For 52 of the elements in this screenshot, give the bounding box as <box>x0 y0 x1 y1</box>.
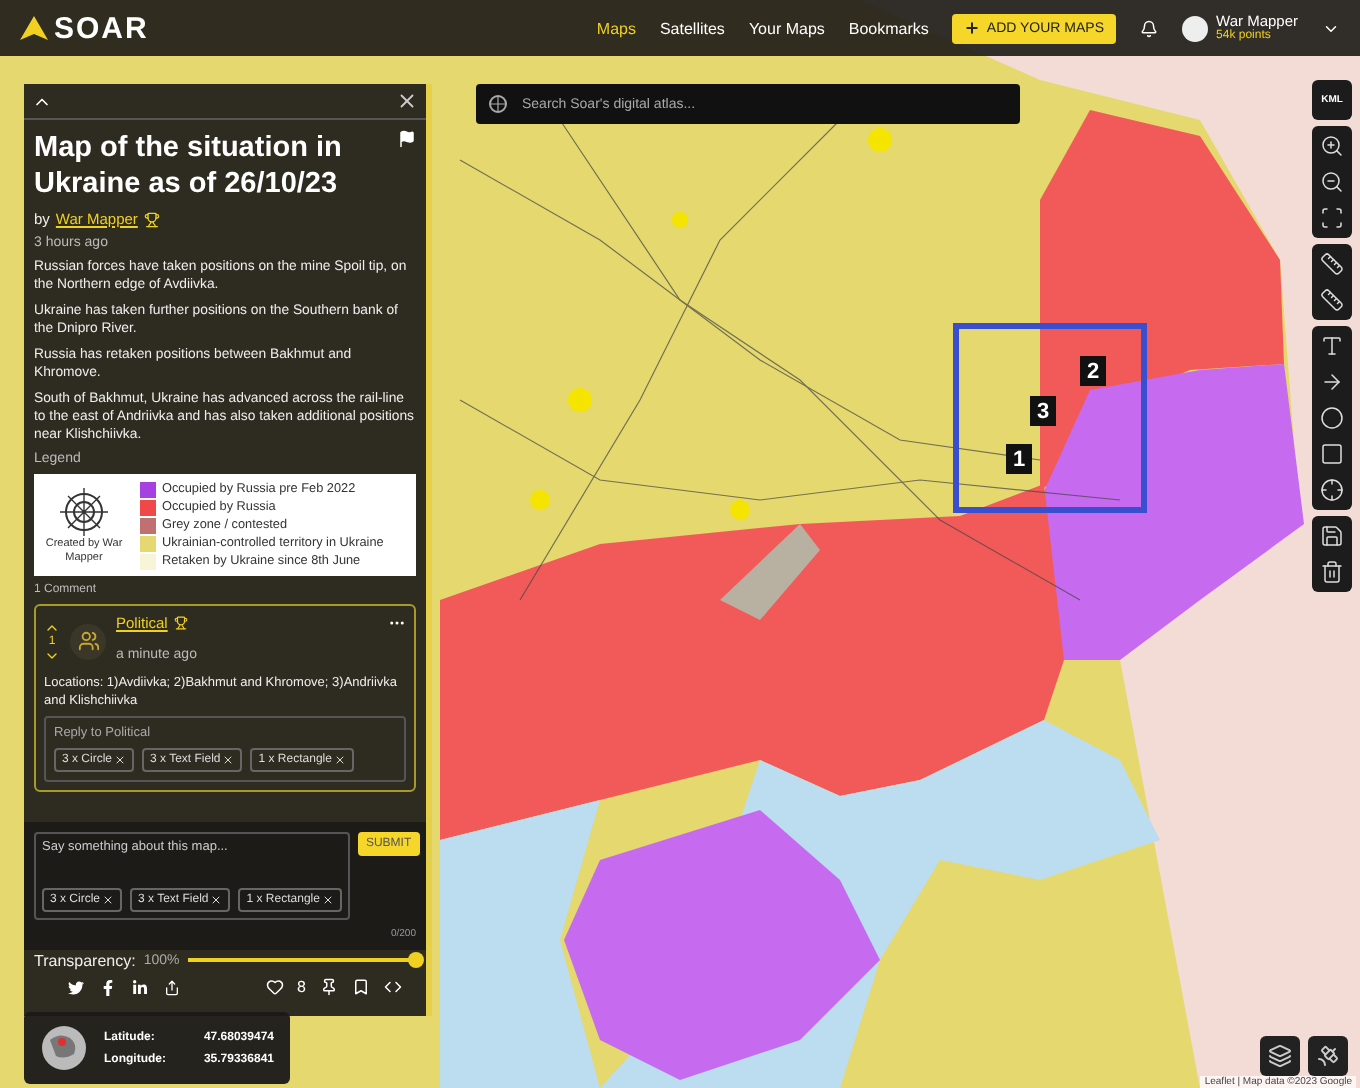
remove-icon[interactable] <box>222 754 235 766</box>
plus-icon <box>964 20 981 36</box>
bell-icon[interactable] <box>1140 19 1159 37</box>
nav-link[interactable]: Bookmarks <box>848 19 929 37</box>
like-count: 8 <box>297 978 306 996</box>
fit-screen-icon[interactable] <box>1316 202 1348 234</box>
globe-icon <box>488 94 508 114</box>
trophy-icon <box>173 616 188 630</box>
rectangle-icon[interactable] <box>1316 438 1348 470</box>
trophy-icon <box>143 211 160 227</box>
heart-icon[interactable] <box>265 978 284 996</box>
save-icon[interactable] <box>1316 520 1348 552</box>
share-icon[interactable] <box>164 979 180 995</box>
remove-icon[interactable] <box>114 754 127 766</box>
compass-rose-icon <box>58 485 110 537</box>
flag-icon[interactable] <box>398 130 416 148</box>
circle-icon[interactable] <box>1316 402 1348 434</box>
nav-link[interactable]: Your Maps <box>748 19 825 37</box>
globe-drawing <box>40 1024 88 1072</box>
close-icon[interactable] <box>396 90 418 112</box>
nav-link[interactable]: Satellites <box>659 19 725 37</box>
logo-icon <box>20 16 48 40</box>
code-icon[interactable] <box>384 978 402 996</box>
slider-thumb[interactable] <box>408 952 424 968</box>
trash-icon[interactable] <box>1316 556 1348 588</box>
ruler-icon[interactable] <box>1316 248 1348 280</box>
linkedin-icon[interactable] <box>132 979 148 995</box>
layers-button[interactable] <box>1260 1036 1300 1076</box>
satellite-icon <box>1316 1044 1340 1068</box>
marker-label: 1 <box>1006 444 1032 474</box>
remove-icon[interactable] <box>210 894 223 906</box>
remove-icon[interactable] <box>321 894 334 906</box>
remove-icon[interactable] <box>333 754 346 766</box>
map-title: Map of the situation in Ukraine as of 26/10/23 <box>34 130 344 202</box>
marker-label: 2 <box>1080 356 1106 386</box>
nav-link[interactable]: Maps <box>596 19 636 37</box>
twitter-icon[interactable] <box>68 979 84 995</box>
bookmark-icon[interactable] <box>352 978 370 996</box>
zoom-in-icon[interactable] <box>1316 130 1348 162</box>
facebook-icon[interactable] <box>100 979 116 995</box>
transparency-label: Transparency: <box>34 951 136 969</box>
zoom-out-icon[interactable] <box>1316 166 1348 198</box>
soar-logo[interactable]: SOAR <box>20 11 149 45</box>
commenter-avatar <box>70 623 106 659</box>
satellite-button[interactable] <box>1308 1036 1348 1076</box>
marker-label: 3 <box>1030 396 1056 426</box>
pin-icon[interactable] <box>320 978 338 996</box>
logo-text: SOAR <box>54 11 149 45</box>
user-avatar[interactable] <box>1182 15 1209 41</box>
layers-icon <box>1268 1044 1292 1068</box>
remove-icon[interactable] <box>102 894 115 906</box>
crosshair-icon[interactable] <box>1316 474 1348 506</box>
